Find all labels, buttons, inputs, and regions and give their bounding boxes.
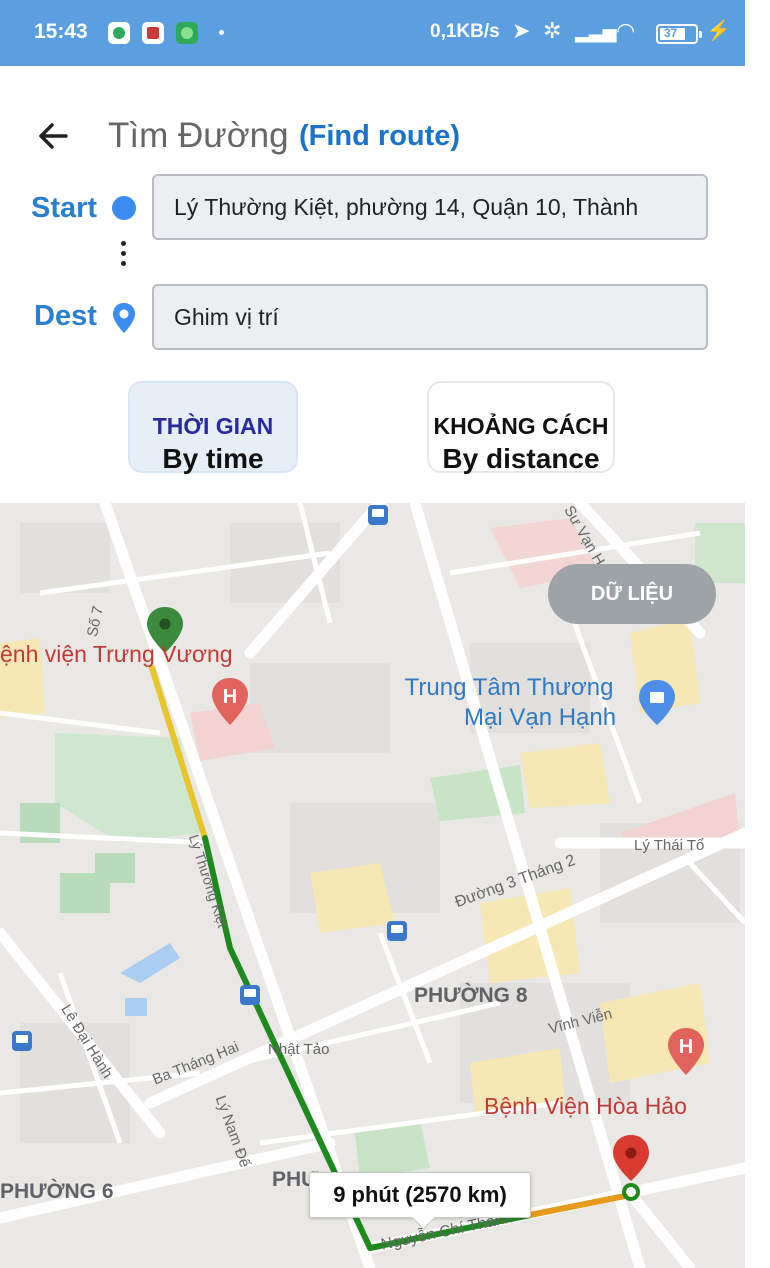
by-time-label-vi: THỜI GIAN (152, 413, 274, 439)
start-input[interactable]: Lý Thường Kiệt, phường 14, Quận 10, Thàn… (152, 174, 708, 240)
data-button[interactable]: DỮ LIỆU (548, 564, 716, 624)
chat-app-icon (176, 22, 198, 44)
label-trung-vuong-hospital: ệnh viện Trưng Vương (0, 641, 233, 667)
notification-dot-icon (219, 30, 224, 35)
label-road-nhat-tao: Nhật Tảo (268, 1041, 330, 1058)
route-info-tooltip: 9 phút (2570 km) (309, 1172, 531, 1218)
by-distance-label-en: By distance (442, 443, 600, 474)
mute-icon: ✲ (543, 18, 562, 43)
news-app-icon (142, 22, 164, 44)
page-title-translation: (Find route) (299, 120, 461, 152)
more-vertical-icon (121, 241, 127, 271)
by-distance-button[interactable]: KHOẢNG CÁCH By distance (427, 381, 615, 474)
charging-icon: ⚡ (706, 20, 731, 42)
label-ward-6: PHƯỜNG 6 (0, 1180, 114, 1203)
label-road-ly-thai-to: Lý Thái Tổ (634, 837, 705, 854)
signal-icon: ▂▃▅ (575, 22, 617, 42)
shield-app-icon (108, 22, 130, 44)
start-dot-icon (112, 196, 136, 220)
label-van-hanh-mall: Trung Tâm Thương Mại Vạn Hạnh (404, 674, 617, 731)
by-time-button[interactable]: THỜI GIAN By time (128, 381, 298, 474)
status-time: 15:43 (34, 20, 88, 43)
network-speed: 0,1KB/s (430, 21, 500, 42)
map-view[interactable]: H H ệnh viện Trưng Vương Trung Tâm Thươn… (0, 503, 745, 1268)
by-distance-label-vi: KHOẢNG CÁCH (433, 413, 609, 439)
by-time-label-en: By time (162, 443, 264, 474)
dest-input[interactable]: Ghim vị trí (152, 284, 708, 350)
dest-label: Dest (34, 300, 97, 332)
start-label: Start (31, 192, 98, 224)
back-arrow-icon[interactable] (34, 116, 74, 156)
wifi-icon: ◠ (616, 18, 636, 43)
location-icon: ➤ (512, 18, 531, 43)
label-hoa-hao-hospital: Bệnh Viện Hòa Hảo (484, 1093, 687, 1119)
svg-text:H: H (223, 686, 237, 708)
svg-text:H: H (679, 1036, 693, 1058)
status-bar: 15:43 0,1KB/s ➤ ✲ ▂▃▅ ◠ 37 ⚡ (0, 0, 745, 66)
battery-icon: 37 (656, 24, 702, 44)
page-title: Tìm Đường (108, 116, 289, 155)
location-pin-icon (113, 303, 135, 333)
label-ward-8: PHƯỜNG 8 (414, 984, 528, 1007)
find-route-screen: 15:43 0,1KB/s ➤ ✲ ▂▃▅ ◠ 37 ⚡ Tìm Đường (… (0, 0, 770, 1268)
